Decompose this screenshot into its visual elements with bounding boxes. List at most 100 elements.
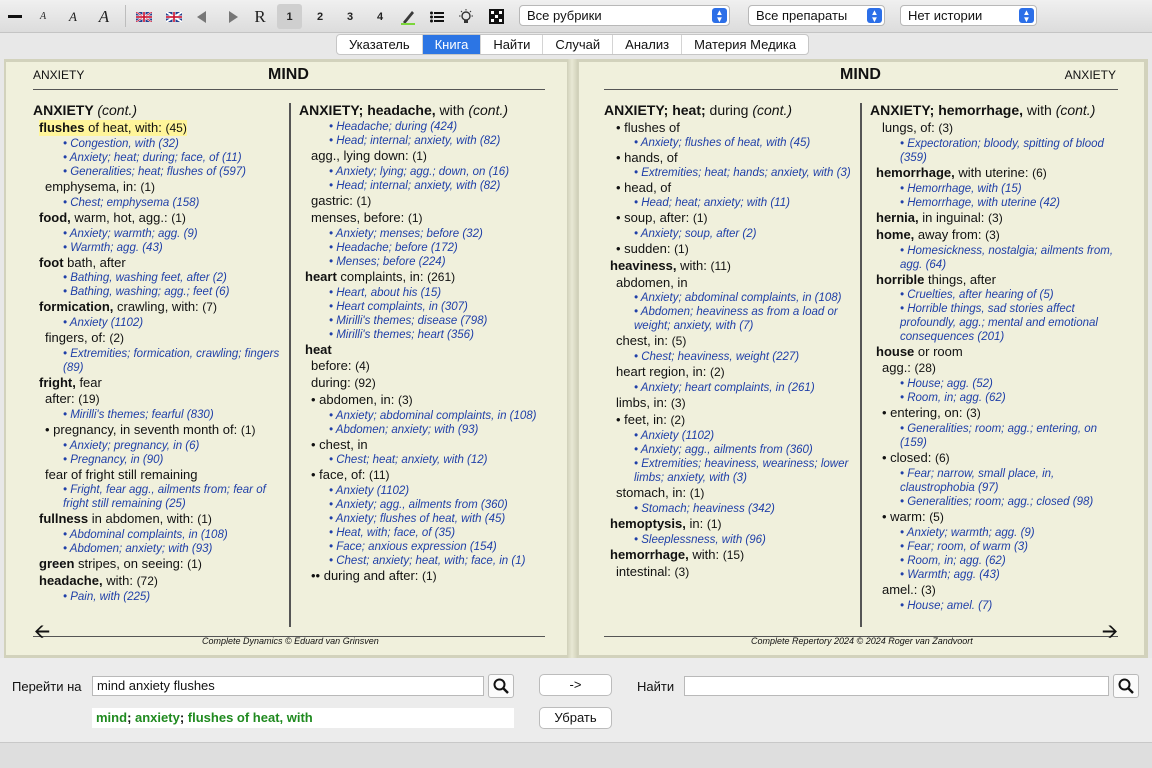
cross-reference-link[interactable]: • Chest; emphysema (158): [33, 196, 287, 210]
rubric-entry[interactable]: headache, with: (72): [33, 573, 287, 589]
rubric-text[interactable]: amel.:: [882, 582, 917, 597]
rubric-text[interactable]: gastric:: [311, 193, 353, 208]
cross-reference-link[interactable]: • Anxiety; agg., ailments from (360): [604, 443, 858, 457]
cross-reference-link[interactable]: • Anxiety; pregnancy, in (6): [33, 439, 287, 453]
cross-reference-link[interactable]: • Abdomen; heaviness as from a load or w…: [604, 305, 858, 333]
cross-reference-link[interactable]: • Abdomen; anxiety; with (93): [33, 542, 287, 556]
rubric-entry[interactable]: green stripes, on seeing: (1): [33, 556, 287, 572]
cross-reference-link[interactable]: • Horrible things, sad stories affect pr…: [870, 302, 1122, 344]
rubric-text[interactable]: • flushes of: [616, 120, 680, 135]
rubric-entry[interactable]: fright, fear: [33, 375, 287, 390]
rubric-entry[interactable]: hemoptysis, in: (1): [604, 516, 858, 532]
level-3-button[interactable]: 3: [338, 4, 362, 29]
crumb-part[interactable]: anxiety: [135, 710, 180, 725]
font-large-icon[interactable]: A: [92, 4, 116, 29]
rubric-entry[interactable]: horrible things, after: [870, 272, 1122, 287]
rubric-entry[interactable]: • abdomen, in: (3): [299, 392, 549, 408]
cross-reference-link[interactable]: • Mirilli's themes; disease (798): [299, 314, 549, 328]
history-dropdown[interactable]: Нет истории ▲ ▼: [900, 5, 1037, 26]
rubric-entry[interactable]: lungs, of: (3): [870, 120, 1122, 136]
cross-reference-link[interactable]: • Generalities; room; agg.; entering, on…: [870, 422, 1122, 450]
rubric-entry[interactable]: fullness in abdomen, with: (1): [33, 511, 287, 527]
arrow-right-icon[interactable]: [222, 4, 244, 29]
page-forward-arrow-icon[interactable]: 🡪: [1102, 617, 1118, 651]
rubric-text[interactable]: in inguinal:: [919, 210, 984, 225]
rubric-text[interactable]: bath, after: [64, 255, 126, 270]
cross-reference-link[interactable]: • House; agg. (52): [870, 377, 1122, 391]
rubric-entry[interactable]: fingers, of: (2): [33, 330, 287, 346]
rubric-text[interactable]: of heat, with:: [85, 120, 162, 135]
cross-reference-link[interactable]: • Anxiety; soup, after (2): [604, 227, 858, 241]
rubric-text[interactable]: •• during and after:: [311, 568, 418, 583]
rubric-entry[interactable]: emphysema, in: (1): [33, 179, 287, 195]
level-1-button[interactable]: 1: [277, 4, 302, 29]
cross-reference-link[interactable]: • Anxiety; agg., ailments from (360): [299, 498, 549, 512]
rubric-text[interactable]: limbs, in:: [616, 395, 667, 410]
rubric-main[interactable]: flushes: [39, 120, 85, 135]
crumb-part[interactable]: mind: [96, 710, 127, 725]
rubric-text[interactable]: lungs, of:: [882, 120, 935, 135]
rubric-entry[interactable]: heart region, in: (2): [604, 364, 858, 380]
rubric-entry[interactable]: heart complaints, in: (261): [299, 269, 549, 285]
rubric-entry[interactable]: • pregnancy, in seventh month of: (1): [33, 422, 287, 438]
rubric-entry[interactable]: amel.: (3): [870, 582, 1122, 598]
rubric-entry[interactable]: • closed: (6): [870, 450, 1122, 466]
rubric-entry[interactable]: • feet, in: (2): [604, 412, 858, 428]
list-icon[interactable]: [426, 4, 448, 29]
cross-reference-link[interactable]: • Abdominal complaints, in (108): [33, 528, 287, 542]
cross-reference-link[interactable]: • Anxiety; heart complaints, in (261): [604, 381, 858, 395]
remedies-dropdown[interactable]: Все препараты ▲ ▼: [748, 5, 885, 26]
rubric-entry[interactable]: gastric: (1): [299, 193, 549, 209]
rubric-entry[interactable]: home, away from: (3): [870, 227, 1122, 243]
rubric-text[interactable]: • closed:: [882, 450, 931, 465]
cross-reference-link[interactable]: • Chest; heat; anxiety, with (12): [299, 453, 549, 467]
rubric-text[interactable]: warm, hot, agg.:: [71, 210, 167, 225]
rubric-entry[interactable]: • flushes of: [604, 120, 858, 135]
rubric-text[interactable]: heart region, in:: [616, 364, 706, 379]
rubric-entry[interactable]: food, warm, hot, agg.: (1): [33, 210, 287, 226]
cross-reference-link[interactable]: • Mirilli's themes; fearful (830): [33, 408, 287, 422]
rubric-main[interactable]: fullness: [39, 511, 88, 526]
cross-reference-link[interactable]: • Extremities; heaviness, weariness; low…: [604, 457, 858, 485]
goto-input[interactable]: mind anxiety flushes: [92, 676, 484, 696]
rubric-entry[interactable]: • hands, of: [604, 150, 858, 165]
rubric-text[interactable]: stomach, in:: [616, 485, 686, 500]
rubric-text[interactable]: abdomen, in: [616, 275, 688, 290]
rubric-text[interactable]: • entering, on:: [882, 405, 962, 420]
cross-reference-link[interactable]: • Anxiety; abdominal complaints, in (108…: [604, 291, 858, 305]
rubric-entry[interactable]: flushes of heat, with: (45): [39, 120, 187, 136]
cross-reference-link[interactable]: • Anxiety; warmth; agg. (9): [870, 526, 1122, 540]
rubric-text[interactable]: with:: [103, 573, 133, 588]
cross-reference-link[interactable]: • Room, in; agg. (62): [870, 391, 1122, 405]
cross-reference-link[interactable]: • Anxiety; flushes of heat, with (45): [299, 512, 549, 526]
rubric-text[interactable]: emphysema, in:: [45, 179, 137, 194]
cross-reference-link[interactable]: • Heat, with; face, of (35): [299, 526, 549, 540]
rubric-text[interactable]: away from:: [914, 227, 982, 242]
rubric-main[interactable]: house: [876, 344, 914, 359]
rubric-main[interactable]: heaviness,: [610, 258, 677, 273]
cross-reference-link[interactable]: • Bathing, washing feet, after (2): [33, 271, 287, 285]
crumb-part[interactable]: flushes of heat, with: [188, 710, 313, 725]
rubric-text[interactable]: • sudden:: [616, 241, 670, 256]
clear-button[interactable]: Убрать: [539, 707, 612, 729]
rubric-main[interactable]: hemorrhage,: [876, 165, 955, 180]
rubric-text[interactable]: menses, before:: [311, 210, 404, 225]
rubric-main[interactable]: green: [39, 556, 74, 571]
tab-index[interactable]: Указатель: [337, 35, 422, 54]
rubric-text[interactable]: agg.:: [882, 360, 911, 375]
rubric-entry[interactable]: hemorrhage, with: (15): [604, 547, 858, 563]
cross-reference-link[interactable]: • Heart, about his (15): [299, 286, 549, 300]
rubric-entry[interactable]: chest, in: (5): [604, 333, 858, 349]
rubric-text[interactable]: in:: [686, 516, 703, 531]
rubric-main[interactable]: headache,: [39, 573, 103, 588]
cross-reference-link[interactable]: • Chest; anxiety; heat, with; face, in (…: [299, 554, 549, 568]
rubric-text[interactable]: • pregnancy, in seventh month of:: [45, 422, 237, 437]
cross-reference-link[interactable]: • Anxiety; lying; agg.; down, on (16): [299, 165, 549, 179]
cross-reference-link[interactable]: • Extremities; formication, crawling; fi…: [33, 347, 287, 375]
rubric-main[interactable]: heart: [305, 269, 337, 284]
rubric-entry[interactable]: • chest, in: [299, 437, 549, 452]
cross-reference-link[interactable]: • Generalities; room; agg.; closed (98): [870, 495, 1122, 509]
rubric-entry[interactable]: foot bath, after: [33, 255, 287, 270]
cross-reference-link[interactable]: • Headache; before (172): [299, 241, 549, 255]
cross-reference-link[interactable]: • Anxiety (1102): [33, 316, 287, 330]
